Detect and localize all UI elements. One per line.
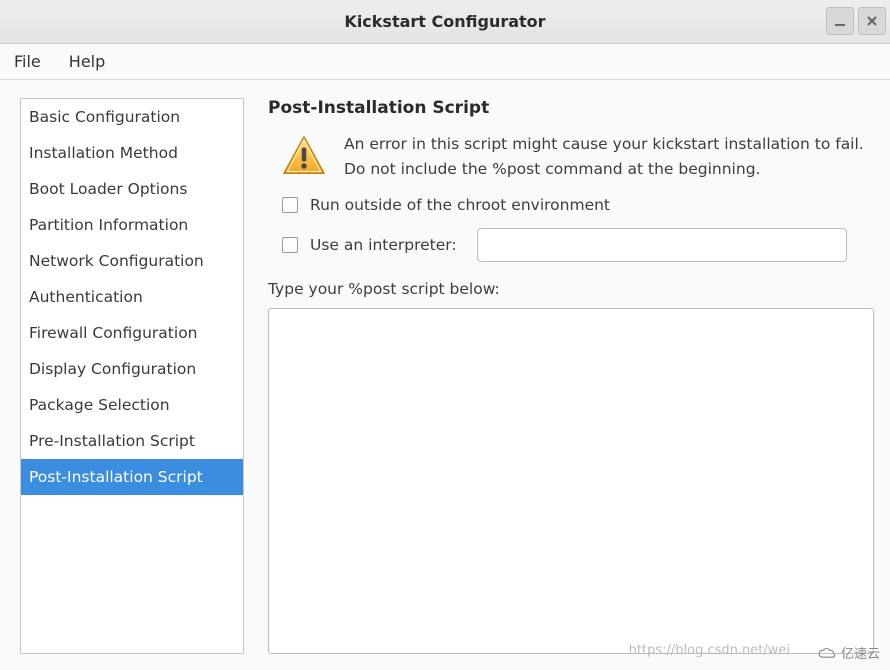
menubar: File Help: [0, 44, 890, 80]
chroot-label: Run outside of the chroot environment: [310, 196, 610, 214]
window-controls: [826, 7, 886, 35]
warning-icon: [282, 133, 326, 181]
menu-file[interactable]: File: [8, 48, 47, 75]
interpreter-row: Use an interpreter:: [268, 228, 874, 262]
sidebar-item-package-selection[interactable]: Package Selection: [21, 387, 243, 423]
close-button[interactable]: [858, 7, 886, 35]
interpreter-label: Use an interpreter:: [310, 236, 457, 254]
brand-badge: 亿速云: [817, 643, 880, 662]
main-panel: Post-Installation Script An error: [268, 98, 874, 654]
brand-text: 亿速云: [841, 643, 880, 662]
interpreter-input[interactable]: [477, 228, 847, 262]
interpreter-checkbox[interactable]: [282, 237, 298, 253]
chroot-checkbox[interactable]: [282, 197, 298, 213]
cloud-icon: [817, 646, 837, 660]
sidebar-item-firewall-configuration[interactable]: Firewall Configuration: [21, 315, 243, 351]
chroot-row: Run outside of the chroot environment: [268, 196, 874, 214]
titlebar: Kickstart Configurator: [0, 0, 890, 44]
window-title: Kickstart Configurator: [344, 12, 545, 31]
sidebar-item-pre-installation-script[interactable]: Pre-Installation Script: [21, 423, 243, 459]
sidebar-item-authentication[interactable]: Authentication: [21, 279, 243, 315]
script-label: Type your %post script below:: [268, 280, 874, 298]
sidebar-item-post-installation-script[interactable]: Post-Installation Script: [21, 459, 243, 495]
sidebar-item-boot-loader-options[interactable]: Boot Loader Options: [21, 171, 243, 207]
warning-text: An error in this script might cause your…: [344, 132, 874, 182]
sidebar-item-network-configuration[interactable]: Network Configuration: [21, 243, 243, 279]
sidebar: Basic ConfigurationInstallation MethodBo…: [20, 98, 244, 654]
sidebar-item-display-configuration[interactable]: Display Configuration: [21, 351, 243, 387]
menu-help[interactable]: Help: [63, 48, 111, 75]
sidebar-item-basic-configuration[interactable]: Basic Configuration: [21, 99, 243, 135]
section-title: Post-Installation Script: [268, 98, 874, 118]
minimize-button[interactable]: [826, 7, 854, 35]
content-area: Basic ConfigurationInstallation MethodBo…: [0, 80, 890, 670]
sidebar-item-partition-information[interactable]: Partition Information: [21, 207, 243, 243]
sidebar-item-installation-method[interactable]: Installation Method: [21, 135, 243, 171]
warning-row: An error in this script might cause your…: [268, 132, 874, 182]
script-textarea[interactable]: [268, 308, 874, 654]
